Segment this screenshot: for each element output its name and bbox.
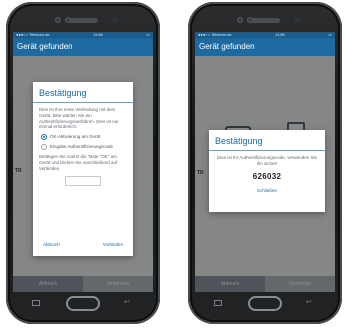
dialog-title: Bestätigung [33,82,133,103]
phone-right: ●●●○○ Telekom.de 11:56 ▭ Gerät gefunden … [188,2,342,324]
camera-icon [247,17,253,23]
camera-icon [237,17,243,23]
home-button[interactable] [248,296,282,311]
speaker-grille [68,18,98,23]
code-input[interactable] [65,175,101,186]
home-button[interactable] [66,296,100,311]
auth-code-value: 626032 [252,171,282,181]
dialog-instructions: Betätigen Sie zuerst die Taste "OK" am G… [39,154,118,171]
screen-left: ●●●○○ Telekom.de 11:56 ▭ Gerät gefunden … [13,32,153,292]
speaker-grille [250,18,280,23]
hardware-nav-bar: ↩ [188,294,342,316]
dialog-title: Bestätigung [209,130,325,151]
phone-left: ●●●○○ Telekom.de 11:56 ▭ Gerät gefunden … [6,2,160,324]
radio-label-ok: OK-Aktivierung am Gerät [50,134,101,140]
dialog-connect-button[interactable]: Verbinden [103,242,123,247]
clock-label: 11:56 [275,32,285,37]
camera-icon [55,17,61,23]
screen-right: ●●●○○ Telekom.de 11:56 ▭ Gerät gefunden … [195,32,335,292]
clock-label: 11:56 [93,32,103,37]
radio-option-ok[interactable]: OK-Aktivierung am Gerät [33,130,133,141]
recent-apps-icon[interactable] [214,300,222,306]
radio-option-code[interactable]: Eingabe Authentifizierungscode [33,140,133,151]
screenshot-scene: ●●●○○ Telekom.de 11:56 ▭ Gerät gefunden … [0,0,347,328]
auth-method-dialog: Bestätigung Dies ist Ihre erste Verbindu… [33,82,133,256]
back-icon[interactable]: ↩ [124,299,132,306]
dialog-actions: Abbruch Verbinden [33,242,133,247]
page-title: Gerät gefunden [195,38,335,56]
recent-apps-icon[interactable] [32,300,40,306]
auth-code-dialog: Bestätigung Dies ist Ihr Authentifizieru… [209,130,325,212]
battery-icon: ▭ [146,32,150,37]
page-title: Gerät gefunden [13,38,153,56]
sensor-icon [294,17,300,23]
dialog-cancel-button[interactable]: Abbruch [43,242,60,247]
sensor-icon [112,17,118,23]
camera-icon [65,17,71,23]
dialog-code-text: Dies ist Ihr Authentifizierungscode, ver… [216,155,318,166]
back-icon[interactable]: ↩ [306,299,314,306]
battery-icon: ▭ [328,32,332,37]
dialog-close-button[interactable]: Schließen [209,188,325,193]
hardware-nav-bar: ↩ [6,294,160,316]
dialog-intro-text: Dies ist Ihre erste Verbindung mit dem G… [39,107,119,130]
radio-label-code: Eingabe Authentifizierungscode [50,144,114,150]
